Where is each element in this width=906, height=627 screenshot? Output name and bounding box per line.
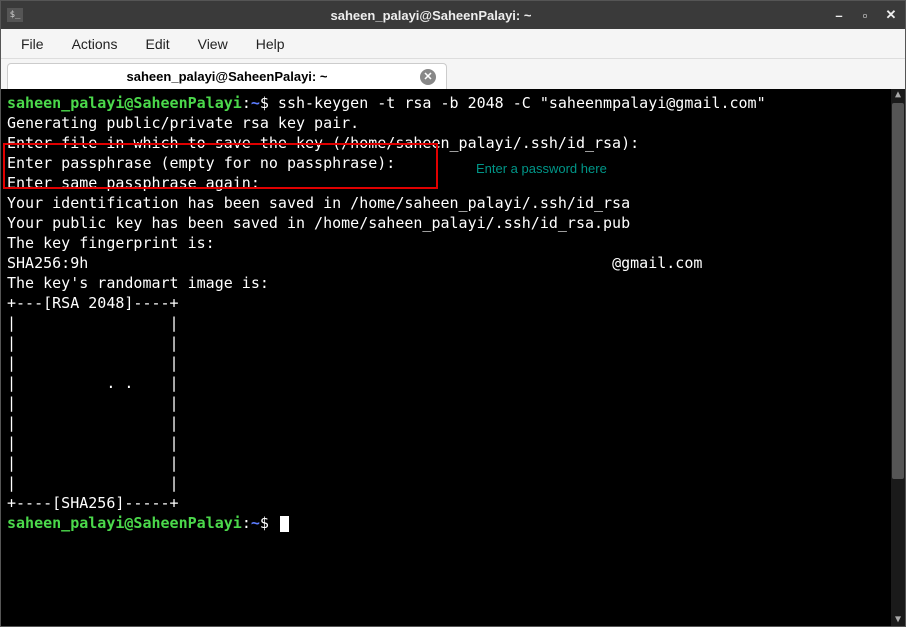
sha-prefix: SHA256:9h xyxy=(7,254,88,272)
prompt-dollar: $ xyxy=(260,94,269,112)
terminal-app-icon: $_ xyxy=(7,8,23,22)
output-line: Your identification has been saved in /h… xyxy=(7,194,630,212)
randomart-line: | | xyxy=(7,454,179,472)
tab-bar: saheen_palayi@SaheenPalayi: ~ ✕ xyxy=(1,59,905,89)
terminal-cursor xyxy=(280,516,289,532)
output-line: The key's randomart image is: xyxy=(7,274,269,292)
terminal-output[interactable]: saheen_palayi@SaheenPalayi:~$ ssh-keygen… xyxy=(1,89,905,626)
tab-close-icon[interactable]: ✕ xyxy=(420,69,436,85)
scrollbar-track[interactable]: ▲ ▼ xyxy=(891,89,905,626)
scrollbar-thumb[interactable] xyxy=(892,103,904,479)
output-line: The key fingerprint is: xyxy=(7,234,215,252)
output-line: Enter file in which to save the key (/ho… xyxy=(7,134,639,152)
prompt-path: ~ xyxy=(251,514,260,532)
output-line: Enter same passphrase again: xyxy=(7,174,260,192)
menu-bar: File Actions Edit View Help xyxy=(1,29,905,59)
tab-label: saheen_palayi@SaheenPalayi: ~ xyxy=(127,69,328,84)
maximize-button[interactable]: ▫ xyxy=(857,7,873,23)
command-text: ssh-keygen -t rsa -b 2048 -C "saheenmpal… xyxy=(269,94,766,112)
randomart-line: | | xyxy=(7,414,179,432)
window-titlebar: $_ saheen_palayi@SaheenPalayi: ~ – ▫ ✕ xyxy=(1,1,905,29)
menu-actions[interactable]: Actions xyxy=(60,32,130,56)
redacted-fingerprint: XXXXXXXXXXXXXXXXXXXXXXXXXXXXXXXXXXXXXXXX… xyxy=(88,254,612,272)
prompt-colon: : xyxy=(242,94,251,112)
randomart-line: +---[RSA 2048]----+ xyxy=(7,294,179,312)
randomart-line: | | xyxy=(7,394,179,412)
window-controls: – ▫ ✕ xyxy=(831,7,899,23)
annotation-text: Enter a password here xyxy=(476,159,607,179)
prompt-user-host: saheen_palayi@SaheenPalayi xyxy=(7,94,242,112)
menu-file[interactable]: File xyxy=(9,32,56,56)
prompt-space xyxy=(269,514,278,532)
prompt-user-host: saheen_palayi@SaheenPalayi xyxy=(7,514,242,532)
window-title: saheen_palayi@SaheenPalayi: ~ xyxy=(31,8,831,23)
menu-view[interactable]: View xyxy=(186,32,240,56)
randomart-line: | | xyxy=(7,334,179,352)
terminal-tab[interactable]: saheen_palayi@SaheenPalayi: ~ ✕ xyxy=(7,63,447,89)
scrollbar-down-icon[interactable]: ▼ xyxy=(892,614,904,626)
sha-suffix: @gmail.com xyxy=(612,254,702,272)
prompt-colon: : xyxy=(242,514,251,532)
randomart-line: | | xyxy=(7,354,179,372)
menu-help[interactable]: Help xyxy=(244,32,297,56)
output-line: Enter passphrase (empty for no passphras… xyxy=(7,154,395,172)
close-button[interactable]: ✕ xyxy=(883,7,899,23)
output-line: Your public key has been saved in /home/… xyxy=(7,214,630,232)
scrollbar-up-icon[interactable]: ▲ xyxy=(892,89,904,101)
randomart-line: +----[SHA256]-----+ xyxy=(7,494,179,512)
randomart-line: | | xyxy=(7,474,179,492)
output-line: Generating public/private rsa key pair. xyxy=(7,114,359,132)
prompt-dollar: $ xyxy=(260,514,269,532)
prompt-path: ~ xyxy=(251,94,260,112)
randomart-line: | | xyxy=(7,314,179,332)
terminal-window: $_ saheen_palayi@SaheenPalayi: ~ – ▫ ✕ F… xyxy=(0,0,906,627)
randomart-line: | . . | xyxy=(7,374,179,392)
minimize-button[interactable]: – xyxy=(831,7,847,23)
menu-edit[interactable]: Edit xyxy=(133,32,181,56)
randomart-line: | | xyxy=(7,434,179,452)
